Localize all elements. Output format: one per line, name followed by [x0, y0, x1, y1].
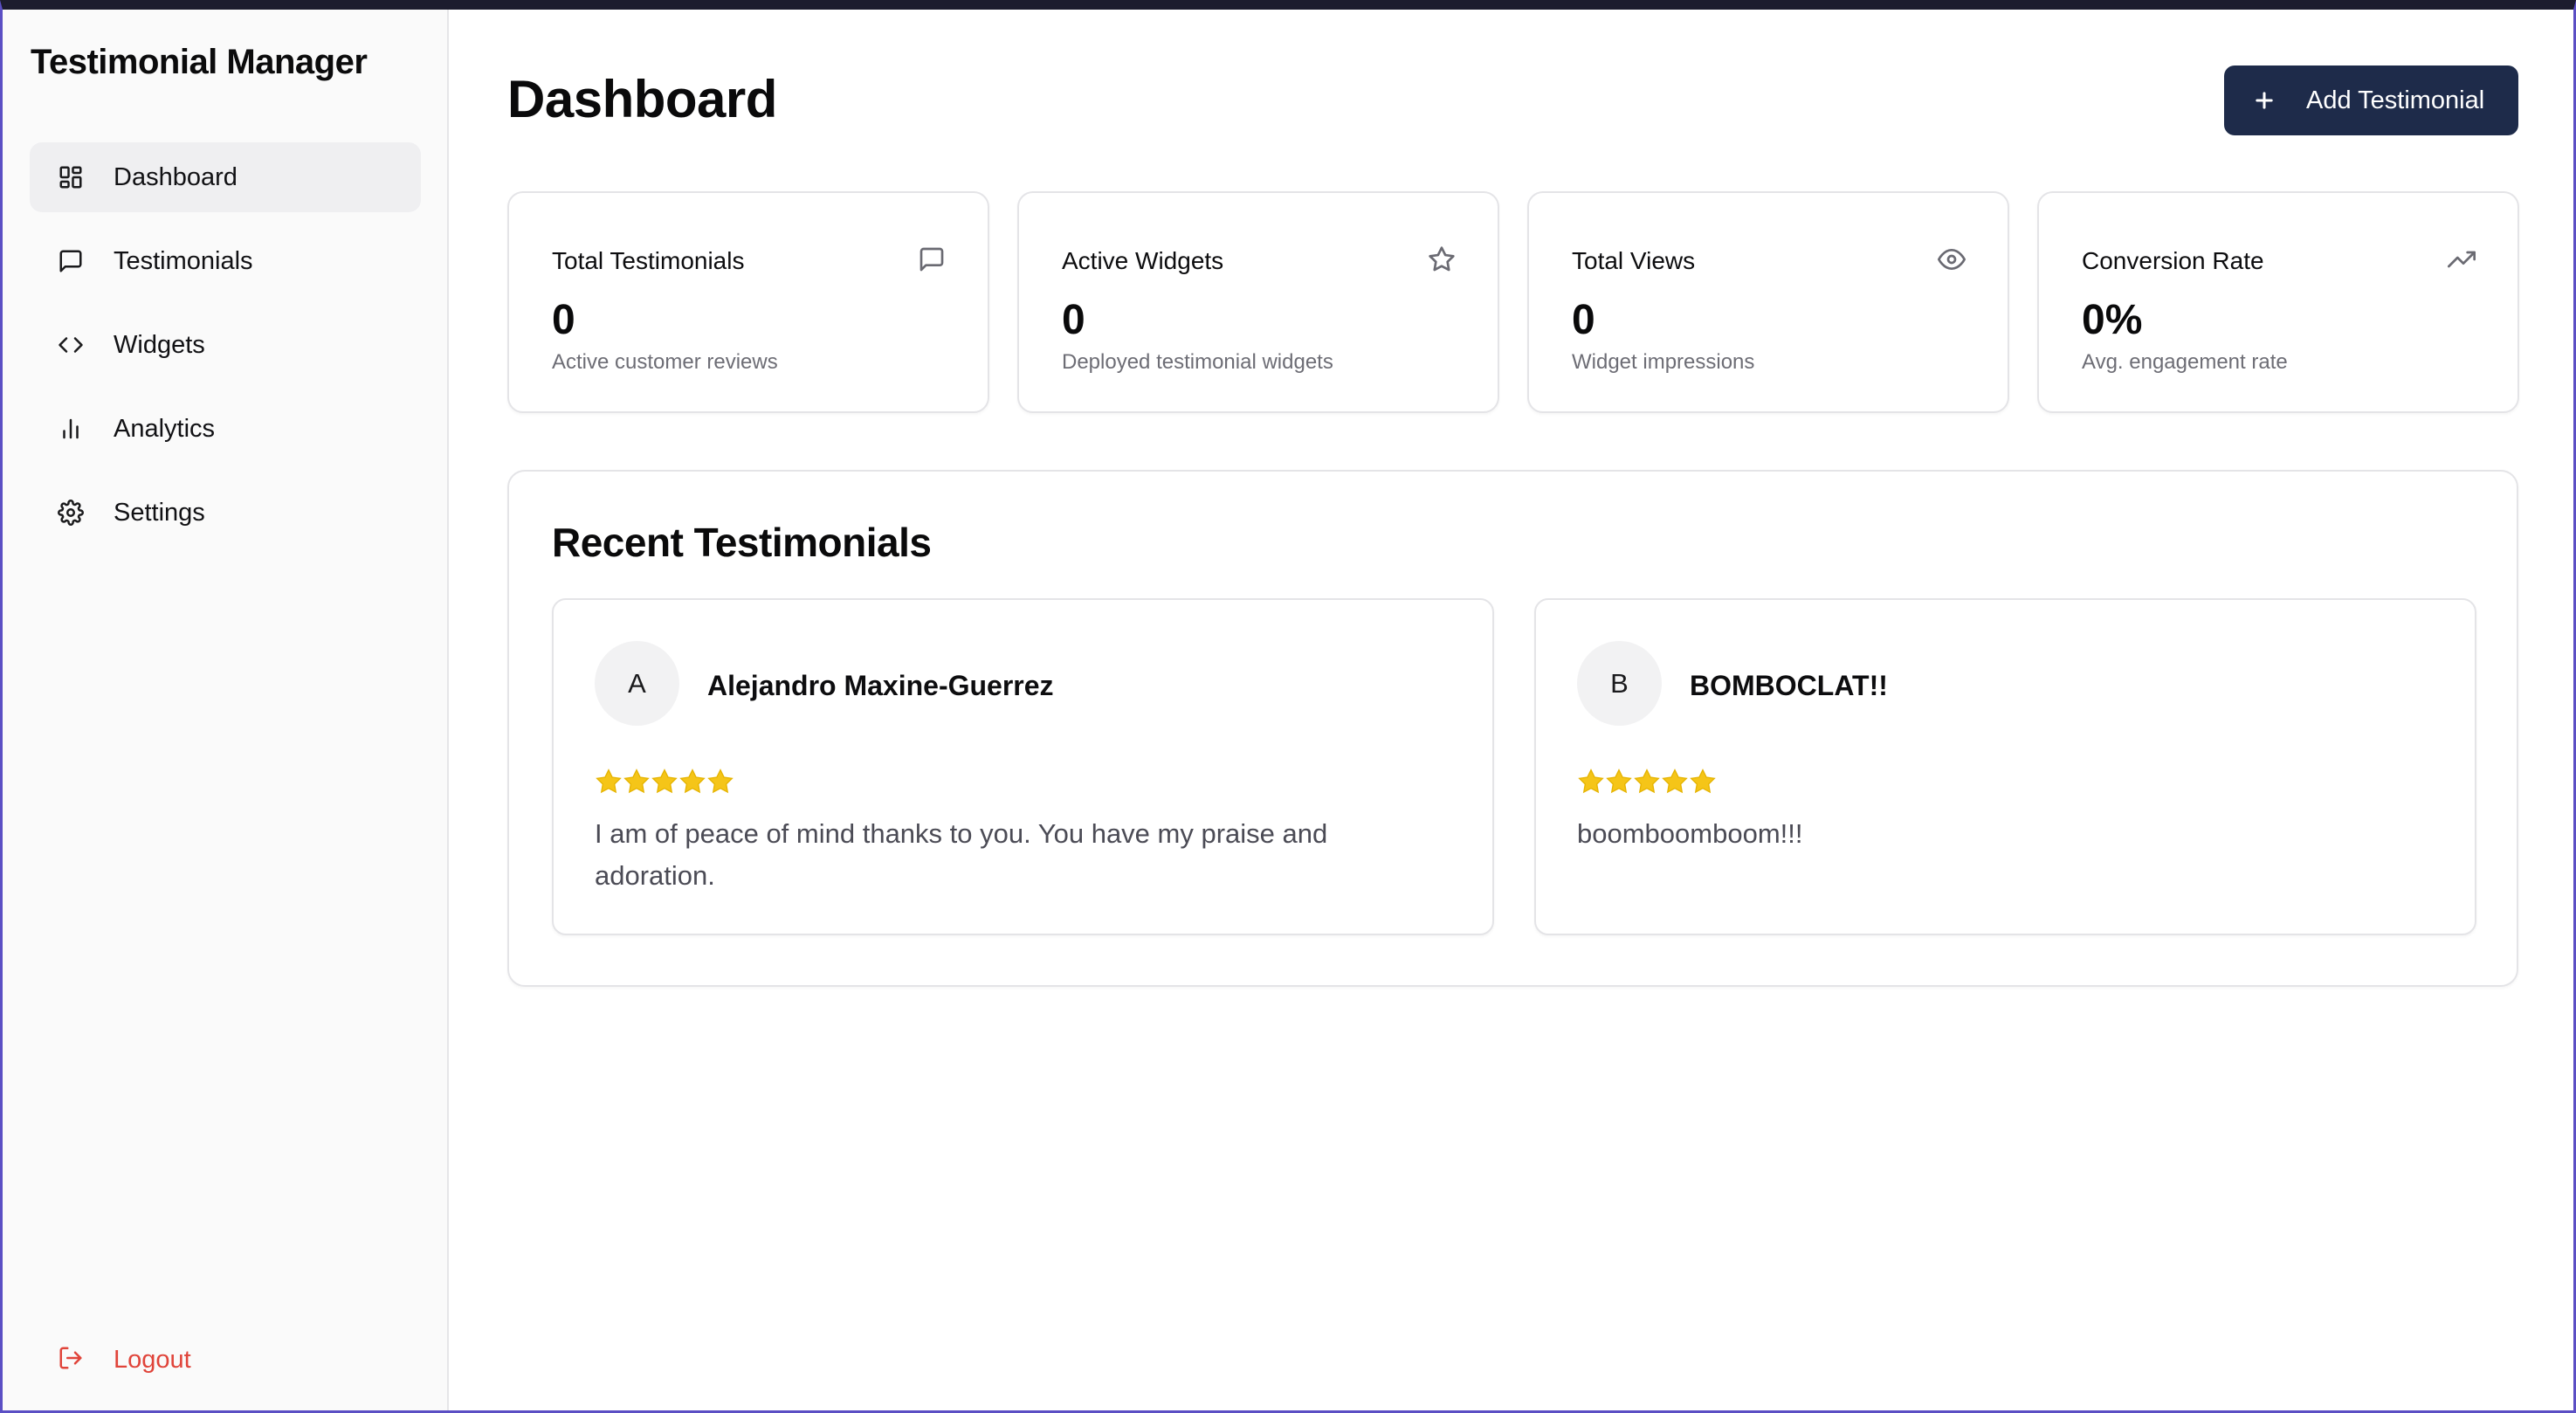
stat-card-total-testimonials: Total Testimonials 0 Active customer rev… [507, 191, 989, 413]
eye-icon [1938, 245, 1966, 273]
star-icon [1633, 768, 1661, 796]
star-icon [1577, 768, 1605, 796]
stat-title: Conversion Rate [2082, 247, 2264, 274]
star-icon [1689, 768, 1717, 796]
sidebar-nav: Dashboard Testimonials Widgets Analytics [30, 142, 421, 562]
sidebar-item-settings[interactable]: Settings [30, 478, 421, 548]
main-content: Dashboard Add Testimonial Total Testimon… [451, 10, 2573, 1410]
sidebar: Testimonial Manager Dashboard Testimonia… [3, 10, 449, 1410]
message-square-icon [918, 245, 946, 273]
sidebar-item-widgets[interactable]: Widgets [30, 310, 421, 380]
code-icon [58, 332, 84, 358]
add-testimonial-label: Add Testimonial [2306, 86, 2485, 114]
sidebar-item-label: Analytics [114, 414, 216, 443]
message-square-icon [58, 248, 84, 274]
stat-value: 0% [2082, 297, 2143, 343]
gear-icon [58, 500, 84, 526]
stat-subtitle: Active customer reviews [552, 350, 778, 374]
star-icon [1605, 768, 1633, 796]
stat-subtitle: Avg. engagement rate [2082, 350, 2288, 374]
add-testimonial-button[interactable]: Add Testimonial [2224, 65, 2518, 135]
bar-chart-icon [58, 416, 84, 442]
sidebar-item-testimonials[interactable]: Testimonials [30, 226, 421, 296]
star-rating [1577, 768, 1717, 796]
star-icon [1428, 245, 1456, 273]
sidebar-item-label: Dashboard [114, 162, 238, 191]
testimonial-author: BOMBOCLAT!! [1690, 670, 1888, 701]
stat-value: 0 [552, 297, 575, 343]
star-icon [1661, 768, 1689, 796]
sidebar-item-label: Widgets [114, 330, 205, 359]
stat-subtitle: Deployed testimonial widgets [1062, 350, 1333, 374]
logout-icon [58, 1345, 84, 1375]
logout-label: Logout [114, 1345, 191, 1374]
sidebar-item-dashboard[interactable]: Dashboard [30, 142, 421, 212]
stat-value: 0 [1062, 297, 1085, 343]
stat-card-total-views: Total Views 0 Widget impressions [1527, 191, 2009, 413]
testimonial-text: I am of peace of mind thanks to you. You… [595, 818, 1328, 891]
testimonial-card[interactable]: A Alejandro Maxine-Guerrez I am of peace… [552, 598, 1494, 935]
star-icon [706, 768, 734, 796]
sidebar-item-analytics[interactable]: Analytics [30, 394, 421, 464]
app-window: Testimonial Manager Dashboard Testimonia… [0, 0, 2576, 1413]
star-icon [623, 768, 651, 796]
section-title: Recent Testimonials [552, 520, 932, 565]
stat-title: Total Views [1572, 247, 1696, 274]
testimonial-card[interactable]: B BOMBOCLAT!! boomboomboom!!! [1534, 598, 2476, 935]
star-rating [595, 768, 734, 796]
app-title: Testimonial Manager [31, 43, 368, 81]
trending-up-icon [2448, 245, 2476, 273]
avatar: B [1577, 641, 1662, 726]
stat-card-conversion-rate: Conversion Rate 0% Avg. engagement rate [2037, 191, 2519, 413]
plus-icon [2252, 88, 2276, 113]
star-icon [595, 768, 623, 796]
testimonial-author: Alejandro Maxine-Guerrez [707, 670, 1054, 701]
stat-subtitle: Widget impressions [1572, 350, 1755, 374]
avatar: A [595, 641, 679, 726]
recent-testimonials-panel: Recent Testimonials A Alejandro Maxine-G… [507, 470, 2518, 987]
star-icon [651, 768, 678, 796]
sidebar-item-label: Settings [114, 498, 205, 527]
stat-title: Active Widgets [1062, 247, 1224, 274]
star-icon [678, 768, 706, 796]
stat-card-active-widgets: Active Widgets 0 Deployed testimonial wi… [1017, 191, 1499, 413]
stats-row: Total Testimonials 0 Active customer rev… [507, 191, 2519, 413]
page-title: Dashboard [507, 70, 777, 128]
sidebar-item-label: Testimonials [114, 246, 253, 275]
testimonial-text: boomboomboom!!! [1577, 818, 1803, 849]
dashboard-grid-icon [58, 164, 84, 190]
stat-title: Total Testimonials [552, 247, 745, 274]
stat-value: 0 [1572, 297, 1595, 343]
logout-button[interactable]: Logout [30, 1325, 421, 1395]
